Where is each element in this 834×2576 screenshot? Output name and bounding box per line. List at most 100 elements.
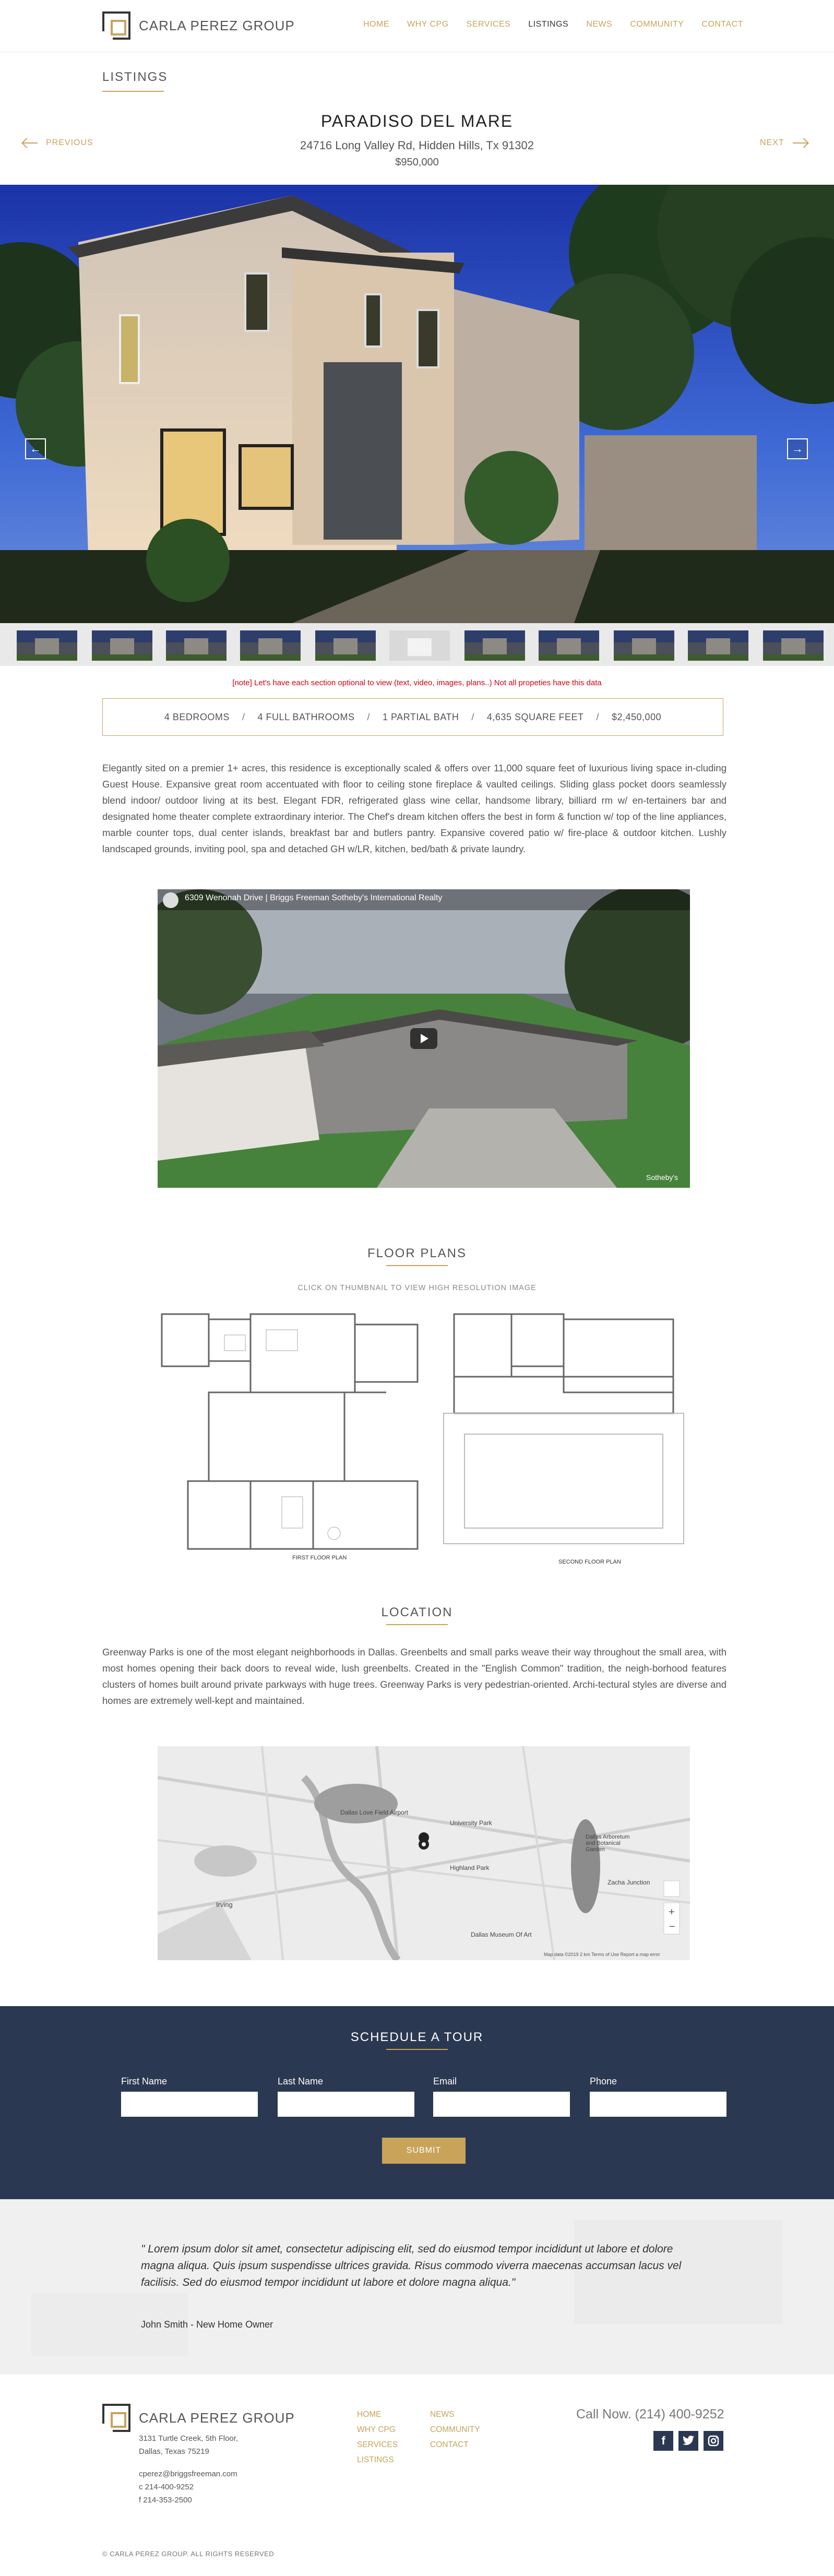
map-label: Dallas Arboretum and Botanical Garden — [586, 1834, 630, 1853]
floor-plan-thumbnail-1[interactable]: FIRST FLOOR PLAN — [157, 1309, 423, 1570]
floor-plans-underline — [386, 1265, 448, 1266]
floor-plan-thumbnail-2[interactable]: SECOND FLOOR PLAN — [433, 1309, 694, 1570]
plan-caption-2: SECOND FLOOR PLAN — [558, 1559, 621, 1565]
stat-price: $2,450,000 — [612, 711, 662, 722]
nav-services[interactable]: SERVICES — [467, 20, 511, 29]
footer-fax: f 214-353-2500 — [139, 2496, 192, 2505]
map-label: Highland Park — [450, 1864, 490, 1871]
editor-note: [note] Let's have each section optional … — [232, 678, 602, 687]
property-description: Elegantly sited on a premier 1+ acres, t… — [102, 762, 726, 854]
submit-button[interactable]: SUBMIT — [382, 2138, 466, 2164]
arrow-right-icon: → — [792, 442, 803, 455]
footer-link-why-cpg[interactable]: WHY CPG — [357, 2422, 398, 2437]
gallery-thumbnail[interactable] — [166, 630, 227, 661]
map-attribution[interactable]: Map data ©2019 2 km Terms of Use Report … — [544, 1952, 660, 1957]
location-description: Greenway Parks is one of the most elegan… — [102, 1647, 726, 1706]
first-name-label: First Name — [121, 2076, 168, 2086]
footer-cell: c 214-400-9252 — [139, 2483, 194, 2491]
property-address: 24716 Long Valley Rd, Hidden Hills, Tx 9… — [300, 139, 534, 152]
floor-plan-drawing: SECOND FLOOR PLAN — [443, 1313, 684, 1565]
footer-email[interactable]: cperez@briggsfreeman.com — [139, 2467, 238, 2480]
nav-home[interactable]: HOME — [363, 20, 389, 29]
footer-address-line-2: Dallas, Texas 75219 — [139, 2447, 209, 2456]
footer-link-community[interactable]: COMMUNITY — [430, 2422, 480, 2437]
footer-link-contact[interactable]: CONTACT — [430, 2437, 480, 2452]
floor-plan-drawing: FIRST FLOOR PLAN — [161, 1313, 419, 1561]
thumbnail-strip — [0, 623, 834, 666]
footer-address-line-1: 3131 Turtle Creek, 5th Floor, — [139, 2434, 239, 2443]
brand-name: CARLA PEREZ GROUP — [139, 17, 295, 33]
location-underline — [386, 1624, 448, 1625]
gallery-thumbnail[interactable] — [539, 630, 599, 661]
instagram-icon[interactable] — [704, 2431, 723, 2451]
last-name-input[interactable] — [278, 2092, 414, 2117]
footer-links-col-1: HOME WHY CPG SERVICES LISTINGS — [357, 2407, 398, 2467]
schedule-tour-title: SCHEDULE A TOUR — [350, 2030, 484, 2044]
floor-plans-title: FLOOR PLANS — [367, 1246, 467, 1260]
footer-call-now[interactable]: Call Now. (214) 400-9252 — [576, 2407, 724, 2422]
map-label: University Park — [450, 1819, 492, 1827]
first-name-input[interactable] — [121, 2092, 258, 2117]
footer-link-news[interactable]: NEWS — [430, 2407, 480, 2422]
email-input[interactable] — [433, 2092, 570, 2117]
last-name-label: Last Name — [278, 2076, 324, 2086]
nav-why-cpg[interactable]: WHY CPG — [407, 20, 449, 29]
gallery-thumbnail[interactable] — [763, 630, 824, 661]
arrow-left-icon: ← — [30, 442, 41, 455]
footer-link-home[interactable]: HOME — [357, 2407, 398, 2422]
gallery-thumbnail[interactable] — [17, 630, 77, 661]
video-watermark: Sotheby's — [646, 1173, 678, 1182]
twitter-icon[interactable] — [678, 2431, 698, 2451]
gallery-thumbnail[interactable] — [240, 630, 301, 661]
map-illustration: + − — [158, 1746, 690, 1960]
stat-full-baths: 4 FULL BATHROOMS — [257, 711, 355, 722]
property-price: $950,000 — [395, 157, 439, 168]
testimonial-author: John Smith - New Home Owner — [141, 2319, 273, 2330]
stat-bedrooms: 4 BEDROOMS — [164, 711, 230, 722]
copyright: © CARLA PEREZ GROUP. ALL RIGHTS RESERVED — [102, 2550, 275, 2558]
map-label: Zacha Junction — [607, 1879, 650, 1886]
testimonial-quote: " Lorem ipsum dolor sit amet, consectetu… — [141, 2243, 682, 2288]
slider-prev-button[interactable]: ← — [25, 438, 46, 459]
footer-link-services[interactable]: SERVICES — [357, 2437, 398, 2452]
gallery-thumbnail[interactable] — [614, 630, 674, 661]
email-label: Email — [433, 2076, 457, 2086]
nav-listings[interactable]: LISTINGS — [528, 20, 568, 29]
site-header: CARLA PEREZ GROUP HOME WHY CPG SERVICES … — [0, 0, 834, 52]
footer-contact: 3131 Turtle Creek, 5th Floor, Dallas, Te… — [139, 2432, 238, 2507]
social-links: f — [653, 2431, 723, 2451]
footer-logo[interactable]: CARLA PEREZ GROUP — [102, 2404, 295, 2432]
brand-logo[interactable]: CARLA PEREZ GROUP — [102, 11, 295, 40]
nav-community[interactable]: COMMUNITY — [630, 20, 684, 29]
plan-caption-1: FIRST FLOOR PLAN — [292, 1555, 347, 1561]
house-photo-illustration — [0, 185, 834, 623]
property-stats: 4 BEDROOMS/ 4 FULL BATHROOMS/ 1 PARTIAL … — [102, 698, 723, 736]
map-label: Irving — [216, 1901, 233, 1909]
nav-news[interactable]: NEWS — [586, 20, 612, 29]
gallery-thumbnail[interactable] — [315, 630, 376, 661]
gallery-thumbnail[interactable] — [389, 630, 450, 661]
gallery-thumbnail[interactable] — [464, 630, 525, 661]
main-nav: HOME WHY CPG SERVICES LISTINGS NEWS COMM… — [363, 20, 761, 29]
hero-photo — [0, 185, 834, 623]
footer-brand-name: CARLA PEREZ GROUP — [139, 2410, 295, 2426]
footer-link-listings[interactable]: LISTINGS — [357, 2452, 398, 2467]
gallery-thumbnail[interactable] — [92, 630, 152, 661]
nav-contact[interactable]: CONTACT — [701, 20, 743, 29]
floor-plans-subtitle: CLICK ON THUMBNAIL TO VIEW HIGH RESOLUTI… — [297, 1284, 537, 1292]
location-title: LOCATION — [381, 1605, 453, 1619]
channel-avatar — [163, 892, 178, 908]
property-title: PARADISO DEL MARE — [320, 112, 514, 130]
stat-partial-bath: 1 PARTIAL BATH — [383, 711, 459, 722]
play-icon[interactable] — [410, 1028, 437, 1049]
gallery-thumbnail[interactable] — [688, 630, 748, 661]
location-map[interactable]: + − Dallas Love Field Airport University… — [158, 1746, 690, 1960]
slider-next-button[interactable]: → — [787, 438, 808, 459]
facebook-icon[interactable]: f — [653, 2431, 673, 2451]
video-title: 6309 Wenonah Drive | Briggs Freeman Soth… — [185, 893, 443, 902]
phone-input[interactable] — [590, 2092, 726, 2117]
map-label: Dallas Museum Of Art — [471, 1931, 532, 1938]
logo-mark-icon — [102, 11, 130, 40]
map-label: Dallas Love Field Airport — [340, 1809, 409, 1816]
phone-label: Phone — [590, 2076, 617, 2086]
